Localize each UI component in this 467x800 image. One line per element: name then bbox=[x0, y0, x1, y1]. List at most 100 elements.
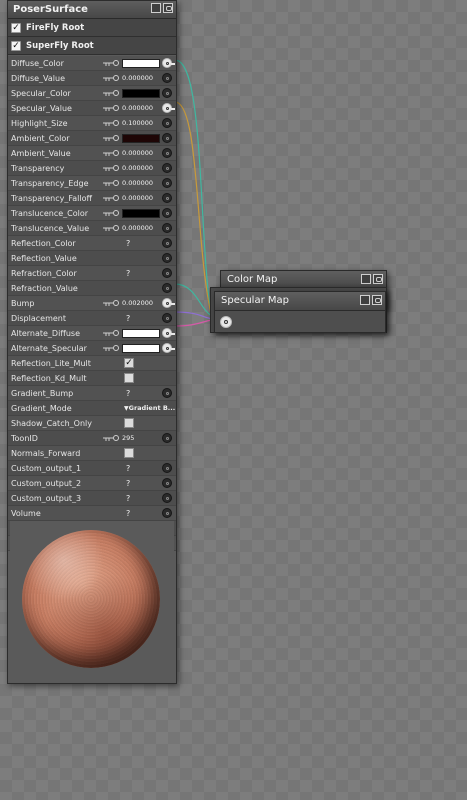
value-field[interactable]: 0.000000 bbox=[122, 194, 166, 202]
input-plug-icon[interactable] bbox=[162, 463, 172, 473]
color-swatch[interactable] bbox=[122, 208, 160, 218]
key-icon[interactable] bbox=[103, 433, 121, 443]
input-plug-icon[interactable] bbox=[162, 268, 172, 278]
param-row-refraction-value[interactable]: Refraction_Value bbox=[8, 281, 176, 296]
value-field[interactable]: 0.000000 bbox=[122, 179, 166, 187]
param-row-diffuse-color[interactable]: Diffuse_Color bbox=[8, 56, 176, 71]
input-plug-icon[interactable] bbox=[162, 313, 172, 323]
param-row-alternate-diffuse[interactable]: Alternate_Diffuse bbox=[8, 326, 176, 341]
key-icon[interactable] bbox=[103, 223, 121, 233]
input-plug-icon[interactable] bbox=[162, 478, 172, 488]
param-row-specular-color[interactable]: Specular_Color bbox=[8, 86, 176, 101]
poser-surface-node[interactable]: PoserSurface ✓ FireFly Root ✓ SuperFly R… bbox=[7, 0, 177, 684]
value-field[interactable]: 295 bbox=[122, 434, 166, 442]
input-plug-icon[interactable] bbox=[162, 133, 172, 143]
input-plug-icon[interactable] bbox=[162, 163, 172, 173]
param-checkbox[interactable]: ✓ bbox=[124, 358, 134, 368]
input-plug-icon[interactable] bbox=[162, 223, 172, 233]
param-row-translucence-value[interactable]: Translucence_Value 0.000000 bbox=[8, 221, 176, 236]
input-plug-icon[interactable] bbox=[162, 253, 172, 263]
node-title-bar[interactable]: PoserSurface bbox=[8, 1, 176, 19]
input-plug-icon[interactable] bbox=[162, 283, 172, 293]
key-icon[interactable] bbox=[103, 298, 121, 308]
key-icon[interactable] bbox=[103, 73, 121, 83]
param-row-highlight-size[interactable]: Highlight_Size 0.100000 bbox=[8, 116, 176, 131]
preview-toggle-icon[interactable] bbox=[163, 3, 173, 13]
input-plug-icon[interactable] bbox=[162, 118, 172, 128]
input-plug-icon[interactable] bbox=[162, 493, 172, 503]
color-swatch[interactable] bbox=[122, 133, 160, 143]
value-field[interactable]: 0.002000 bbox=[122, 299, 166, 307]
value-field[interactable]: 0.000000 bbox=[122, 74, 166, 82]
preview-toggle-icon[interactable] bbox=[373, 274, 383, 284]
collapse-icon[interactable] bbox=[360, 295, 370, 305]
key-icon[interactable] bbox=[103, 163, 121, 173]
color-swatch[interactable] bbox=[122, 343, 160, 353]
param-row-ambient-color[interactable]: Ambient_Color bbox=[8, 131, 176, 146]
param-row-ambient-value[interactable]: Ambient_Value 0.000000 bbox=[8, 146, 176, 161]
param-row-refraction-color[interactable]: Refraction_Color? bbox=[8, 266, 176, 281]
value-field[interactable]: 0.000000 bbox=[122, 164, 166, 172]
param-row-custom-output-1[interactable]: Custom_output_1? bbox=[8, 461, 176, 476]
specular-map-title-bar[interactable]: Specular Map bbox=[215, 292, 385, 311]
param-checkbox[interactable] bbox=[124, 418, 134, 428]
input-plug-connected-icon[interactable] bbox=[162, 343, 175, 353]
param-row-gradient-mode[interactable]: Gradient_Mode ▼Gradient B... bbox=[8, 401, 176, 416]
param-checkbox[interactable] bbox=[124, 448, 134, 458]
input-plug-icon[interactable] bbox=[162, 433, 172, 443]
color-swatch[interactable] bbox=[122, 88, 160, 98]
key-icon[interactable] bbox=[103, 178, 121, 188]
param-row-diffuse-value[interactable]: Diffuse_Value 0.000000 bbox=[8, 71, 176, 86]
key-icon[interactable] bbox=[103, 193, 121, 203]
key-icon[interactable] bbox=[103, 118, 121, 128]
input-plug-icon[interactable] bbox=[162, 73, 172, 83]
param-row-reflection-value[interactable]: Reflection_Value bbox=[8, 251, 176, 266]
firefly-root-checkbox[interactable]: ✓ bbox=[11, 22, 21, 33]
param-row-reflection-kd-mult[interactable]: Reflection_Kd_Mult bbox=[8, 371, 176, 386]
param-row-shadow-catch-only[interactable]: Shadow_Catch_Only bbox=[8, 416, 176, 431]
collapse-icon[interactable] bbox=[361, 274, 371, 284]
param-checkbox[interactable] bbox=[124, 373, 134, 383]
input-plug-connected-icon[interactable] bbox=[162, 328, 175, 338]
param-row-transparency-falloff[interactable]: Transparency_Falloff 0.000000 bbox=[8, 191, 176, 206]
input-plug-icon[interactable] bbox=[162, 178, 172, 188]
param-row-specular-value[interactable]: Specular_Value 0.000000 bbox=[8, 101, 176, 116]
color-swatch[interactable] bbox=[122, 58, 160, 68]
value-field[interactable]: 0.000000 bbox=[122, 104, 166, 112]
param-row-translucence-color[interactable]: Translucence_Color bbox=[8, 206, 176, 221]
value-field[interactable]: 0.000000 bbox=[122, 149, 166, 157]
key-icon[interactable] bbox=[103, 103, 121, 113]
mode-dropdown[interactable]: ▼Gradient B... bbox=[122, 404, 175, 412]
superfly-root-row[interactable]: ✓ SuperFly Root bbox=[8, 37, 176, 55]
input-plug-connected-icon[interactable] bbox=[162, 298, 175, 308]
param-row-volume[interactable]: Volume? bbox=[8, 506, 176, 521]
key-icon[interactable] bbox=[103, 148, 121, 158]
output-plug-icon[interactable] bbox=[220, 316, 232, 328]
param-row-transparency-edge[interactable]: Transparency_Edge 0.000000 bbox=[8, 176, 176, 191]
input-plug-icon[interactable] bbox=[162, 193, 172, 203]
firefly-root-row[interactable]: ✓ FireFly Root bbox=[8, 19, 176, 37]
input-plug-icon[interactable] bbox=[162, 208, 172, 218]
specular-map-node[interactable]: Specular Map bbox=[214, 291, 386, 333]
param-row-reflection-lite-mult[interactable]: Reflection_Lite_Mult ✓ bbox=[8, 356, 176, 371]
value-field[interactable]: 0.000000 bbox=[122, 224, 166, 232]
key-icon[interactable] bbox=[103, 58, 121, 68]
value-field[interactable]: 0.100000 bbox=[122, 119, 166, 127]
key-icon[interactable] bbox=[103, 328, 121, 338]
param-row-transparency[interactable]: Transparency 0.000000 bbox=[8, 161, 176, 176]
key-icon[interactable] bbox=[103, 343, 121, 353]
param-row-bump[interactable]: Bump 0.002000 bbox=[8, 296, 176, 311]
param-row-displacement[interactable]: Displacement? bbox=[8, 311, 176, 326]
input-plug-icon[interactable] bbox=[162, 148, 172, 158]
param-row-reflection-color[interactable]: Reflection_Color? bbox=[8, 236, 176, 251]
input-plug-connected-icon[interactable] bbox=[162, 58, 175, 68]
input-plug-icon[interactable] bbox=[162, 238, 172, 248]
key-icon[interactable] bbox=[103, 208, 121, 218]
input-plug-icon[interactable] bbox=[162, 88, 172, 98]
param-row-toonid[interactable]: ToonID 295 bbox=[8, 431, 176, 446]
param-row-custom-output-3[interactable]: Custom_output_3? bbox=[8, 491, 176, 506]
superfly-root-checkbox[interactable]: ✓ bbox=[11, 40, 21, 51]
param-row-normals-forward[interactable]: Normals_Forward bbox=[8, 446, 176, 461]
input-plug-connected-icon[interactable] bbox=[162, 103, 175, 113]
input-plug-icon[interactable] bbox=[162, 388, 172, 398]
